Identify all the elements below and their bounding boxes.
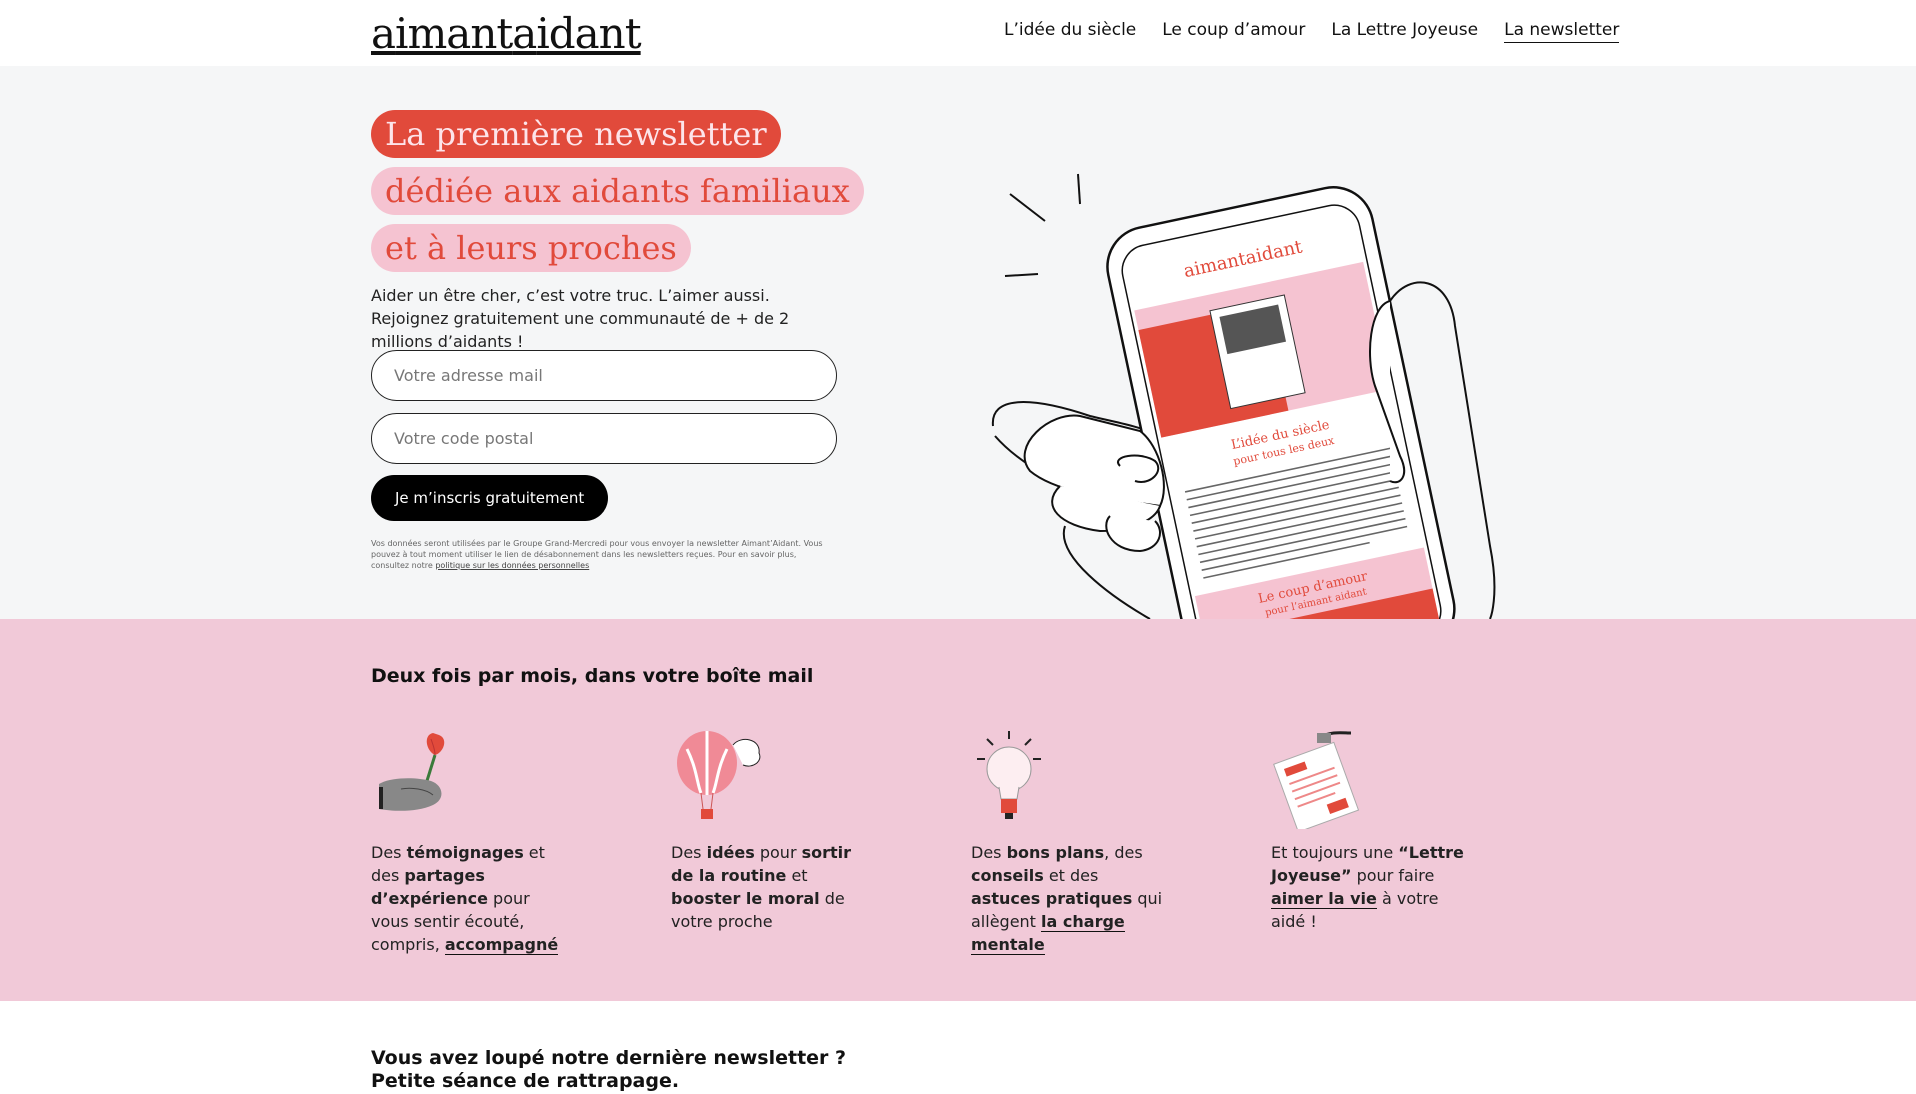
- privacy-policy-link[interactable]: politique sur les données personnelles: [435, 561, 589, 570]
- spark-line: [1009, 193, 1046, 222]
- headline-line-1: La première newsletter: [371, 110, 781, 158]
- features-title: Deux fois par mois, dans votre boîte mai…: [371, 665, 814, 687]
- site-logo[interactable]: aimantaidant: [371, 8, 642, 60]
- feature-letter: Et toujours une “Lettre Joyeuse” pour fa…: [1271, 729, 1471, 933]
- intro-text: Aider un être cher, c’est votre truc. L’…: [371, 286, 790, 351]
- nav-idee-du-siecle[interactable]: L’idée du siècle: [1004, 20, 1136, 43]
- features-band: Deux fois par mois, dans votre boîte mai…: [0, 619, 1916, 1001]
- feature-text-1: Des témoignages et des partages d’expéri…: [371, 843, 559, 955]
- feature-text-4: Et toujours une “Lettre Joyeuse” pour fa…: [1271, 843, 1464, 931]
- feature-text-3: Des bons plans, des conseils et des astu…: [971, 843, 1163, 955]
- last-newsletter-title: Vous avez loupé notre dernière newslette…: [371, 1047, 846, 1093]
- hand-flower-icon: [379, 733, 445, 811]
- nav-newsletter[interactable]: La newsletter: [1504, 20, 1620, 43]
- hero-section: La première newsletter dédiée aux aidant…: [0, 66, 1916, 619]
- feature-ideas: Des idées pour sortir de la routine et b…: [671, 729, 871, 933]
- hot-air-balloon-icon: [677, 731, 761, 819]
- headline-line-3: et à leurs proches: [371, 224, 691, 272]
- feature-testimonials: Des témoignages et des partages d’expéri…: [371, 729, 571, 956]
- phone-in-hand-illustration: aimantaidant L’idée du siècle pour tous …: [991, 173, 1496, 619]
- postal-code-field[interactable]: [371, 413, 837, 464]
- logo-word2: idant: [536, 9, 641, 58]
- last-newsletter-title-line1: Vous avez loupé notre dernière newslette…: [371, 1047, 847, 1069]
- subscribe-button[interactable]: Je m’inscris gratuitement: [371, 475, 609, 521]
- nav-coup-d-amour[interactable]: Le coup d’amour: [1162, 20, 1305, 43]
- nav-lettre-joyeuse[interactable]: La Lettre Joyeuse: [1331, 20, 1478, 43]
- lightbulb-icon: [977, 731, 1041, 819]
- email-field[interactable]: [371, 350, 837, 401]
- headline-line-2: dédiée aux aidants familiaux: [371, 167, 864, 215]
- last-newsletter-title-line2: Petite séance de rattrapage.: [371, 1070, 680, 1092]
- feature-tips: Des bons plans, des conseils et des astu…: [971, 729, 1171, 956]
- legal-notice: Vos données seront utilisées par le Grou…: [371, 538, 831, 571]
- letter-icon: [1273, 731, 1360, 829]
- feature-text-2: Des idées pour sortir de la routine et b…: [671, 843, 852, 931]
- site-header: aimantaidant L’idée du siècle Le coup d’…: [0, 0, 1916, 66]
- logo-a2: a: [512, 9, 537, 58]
- headline: La première newsletter dédiée aux aidant…: [371, 110, 864, 281]
- logo-a1: a: [371, 9, 396, 58]
- main-nav: L’idée du siècle Le coup d’amour La Lett…: [1004, 20, 1620, 43]
- logo-word1: imant: [395, 9, 513, 58]
